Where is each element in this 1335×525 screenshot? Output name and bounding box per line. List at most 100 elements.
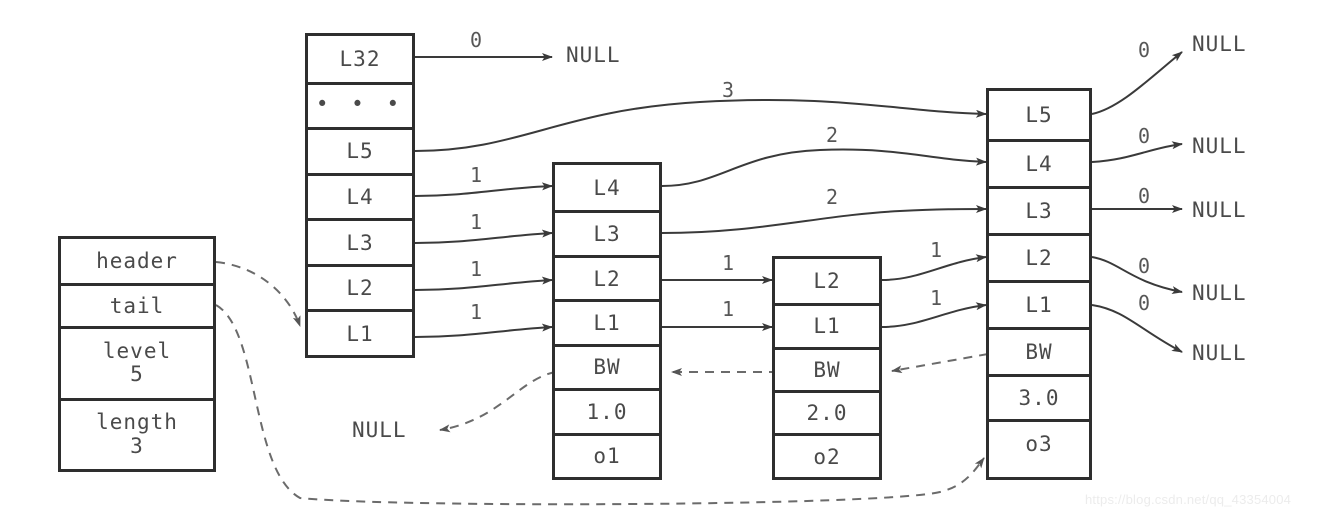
node-o2-obj: o2 xyxy=(775,433,879,477)
span-node3-l5-null: 0 xyxy=(1138,38,1151,62)
header-level-l5-label: L5 xyxy=(346,139,374,164)
link-head-l4-node1-l4 xyxy=(414,182,553,197)
header-level-l4: L4 xyxy=(308,172,412,219)
null-text: NULL xyxy=(1192,341,1247,365)
node-o3-score: 3.0 xyxy=(989,374,1089,419)
span-node3-l2-null: 0 xyxy=(1138,254,1151,278)
node-o3-box: L5 L4 L3 L2 L1 BW 3.0 o3 xyxy=(986,88,1092,480)
null-text: NULL xyxy=(1192,198,1247,222)
struct-field-header-label: header xyxy=(96,248,178,273)
link-node1-l4-node3-l4 xyxy=(661,148,987,187)
struct-field-level-value: 5 xyxy=(130,362,144,387)
header-level-l2-label: L2 xyxy=(346,276,374,301)
node-o1-l4-label: L4 xyxy=(593,175,621,200)
node-o1-l4: L4 xyxy=(555,165,659,211)
header-level-ellipsis: • • • xyxy=(308,81,412,128)
header-node-box: L32 • • • L5 L4 L3 L2 L1 xyxy=(305,33,415,358)
null-text: NULL xyxy=(1192,281,1247,305)
header-level-l32: L32 xyxy=(308,36,412,82)
struct-field-header: header xyxy=(61,239,213,283)
span-node2-l1-node3-l1: 1 xyxy=(930,286,943,310)
node-o3-l1: L1 xyxy=(989,280,1089,327)
node-o2-box: L2 L1 BW 2.0 o2 xyxy=(772,256,882,480)
node-o2-score-label: 2.0 xyxy=(806,401,848,426)
link-node1-backward-null xyxy=(439,371,557,433)
link-head-l3-node1-l3 xyxy=(414,229,553,244)
null-text: NULL xyxy=(352,418,407,442)
null-text: NULL xyxy=(566,43,621,67)
link-node3-l4-null xyxy=(1091,141,1183,163)
struct-field-level: level 5 xyxy=(61,326,213,398)
node-o3-l3-label: L3 xyxy=(1025,199,1053,223)
header-level-l1-label: L1 xyxy=(346,321,374,346)
node-o1-score: 1.0 xyxy=(555,388,659,433)
skiplist-diagram: header tail level 5 length 3 L32 • • • L… xyxy=(0,0,1335,525)
node-o2-score: 2.0 xyxy=(775,390,879,434)
span-head-l5-node3-l5: 3 xyxy=(722,78,735,102)
span-node2-l2-node3-l2: 1 xyxy=(930,238,943,262)
null-text: NULL xyxy=(1192,134,1247,158)
node-o3-l4-label: L4 xyxy=(1025,152,1053,176)
null-label-node3-l4: NULL xyxy=(1192,134,1247,158)
node-o1-l2-label: L2 xyxy=(593,266,621,291)
link-head-l2-node1-l2 xyxy=(414,276,553,291)
node-o1-score-label: 1.0 xyxy=(586,399,628,424)
span-node1-l2-node2-l2: 1 xyxy=(722,251,735,275)
skiplist-struct-box: header tail level 5 length 3 xyxy=(58,236,216,472)
link-node3-l2-null xyxy=(1091,256,1183,295)
node-o1-backward-label: BW xyxy=(593,355,621,380)
null-label-node3-l1: NULL xyxy=(1192,341,1247,365)
node-o1-l3: L3 xyxy=(555,210,659,255)
span-node3-l3-null: 0 xyxy=(1138,184,1151,208)
node-o3-l4: L4 xyxy=(989,139,1089,186)
node-o1-l1-label: L1 xyxy=(593,310,621,335)
node-o2-l2-label: L2 xyxy=(813,268,841,293)
link-head-l5-node3-l5 xyxy=(414,98,987,152)
struct-field-length-value: 3 xyxy=(130,433,144,458)
node-o3-backward: BW xyxy=(989,327,1089,374)
node-o2-backward-label: BW xyxy=(813,357,841,382)
null-label-node3-l5: NULL xyxy=(1192,32,1247,56)
span-head-l32-null: 0 xyxy=(470,28,483,52)
node-o1-box: L4 L3 L2 L1 BW 1.0 o1 xyxy=(552,162,662,480)
span-head-l4-node1-l4: 1 xyxy=(470,163,483,187)
header-level-l2: L2 xyxy=(308,263,412,310)
node-o3-l5-label: L5 xyxy=(1025,103,1053,127)
link-head-l1-node1-l1 xyxy=(414,323,553,338)
node-o3-backward-label: BW xyxy=(1025,340,1053,364)
null-label-node1-backward: NULL xyxy=(352,418,407,442)
span-head-l3-node1-l3: 1 xyxy=(470,210,483,234)
node-o3-l2-label: L2 xyxy=(1025,246,1053,270)
header-level-l5: L5 xyxy=(308,127,412,173)
span-head-l1-node1-l1: 1 xyxy=(470,300,483,324)
span-node1-l3-node3-l3: 2 xyxy=(826,185,839,209)
link-node1-l3-node3-l3 xyxy=(661,205,987,234)
span-node1-l4-node3-l4: 2 xyxy=(826,123,839,147)
struct-field-length: length 3 xyxy=(61,397,213,469)
header-level-ellipsis-label: • • • xyxy=(315,91,405,116)
span-head-l2-node1-l2: 1 xyxy=(470,257,483,281)
struct-field-length-label: length xyxy=(96,410,178,435)
header-level-l1: L1 xyxy=(308,309,412,355)
span-node3-l1-null: 0 xyxy=(1138,291,1151,315)
header-level-l3-label: L3 xyxy=(346,230,374,255)
link-node3-l5-null xyxy=(1091,51,1183,115)
null-text: NULL xyxy=(1192,32,1247,56)
null-label-node3-l2: NULL xyxy=(1192,281,1247,305)
span-node1-l1-node2-l1: 1 xyxy=(722,297,735,321)
node-o2-l2: L2 xyxy=(775,259,879,303)
link-node3-backward-node2 xyxy=(891,353,989,374)
link-struct-header-headnode xyxy=(215,261,301,327)
node-o1-l3-label: L3 xyxy=(593,222,621,247)
struct-field-tail-label: tail xyxy=(109,293,165,318)
node-o3-obj-label: o3 xyxy=(1025,432,1053,456)
link-node3-l1-null xyxy=(1091,304,1183,353)
node-o2-l1: L1 xyxy=(775,302,879,347)
null-label-node3-l3: NULL xyxy=(1192,198,1247,222)
node-o3-l2: L2 xyxy=(989,233,1089,280)
node-o3-l3: L3 xyxy=(989,186,1089,233)
node-o2-l1-label: L1 xyxy=(813,314,841,339)
node-o1-l1: L1 xyxy=(555,299,659,344)
span-node3-l4-null: 0 xyxy=(1138,124,1151,148)
node-o2-obj-label: o2 xyxy=(813,444,841,469)
